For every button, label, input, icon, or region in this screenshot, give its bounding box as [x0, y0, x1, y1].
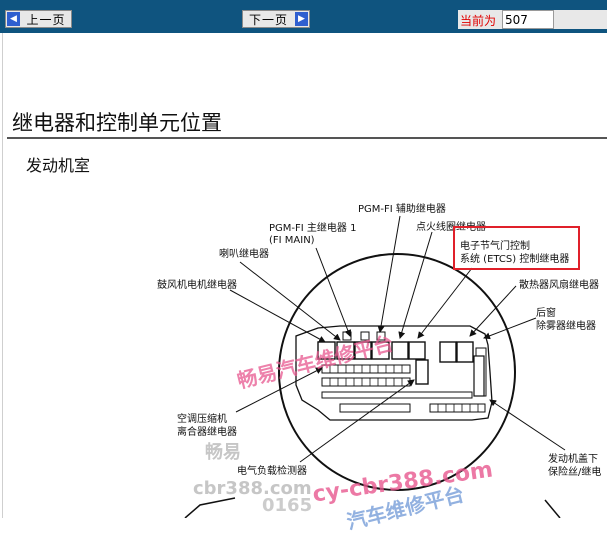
label-under-hood-line2: 保险丝/继电 — [548, 467, 602, 478]
label-pgm-fi-aux-relay: PGM-FI 辅助继电器 — [358, 204, 446, 215]
label-rear-window-line2: 除雾器继电器 — [536, 321, 596, 332]
label-radiator-fan-relay: 散热器风扇继电器 — [519, 280, 599, 291]
label-rear-window-line1: 后窗 — [536, 308, 556, 319]
label-under-hood-line1: 发动机盖下 — [548, 454, 598, 465]
label-blower-relay: 鼓风机电机继电器 — [157, 280, 237, 291]
watermark-text: 畅易 — [205, 442, 241, 463]
label-fi-main: (FI MAIN) — [269, 235, 315, 246]
label-horn-relay: 喇叭继电器 — [219, 249, 269, 260]
label-electrical-load-detector: 电气负载检测器 — [237, 466, 307, 477]
watermark-text: 0165 — [262, 495, 313, 516]
highlight-box — [453, 226, 580, 270]
label-ac-clutch-line1: 空调压缩机 — [177, 414, 227, 425]
